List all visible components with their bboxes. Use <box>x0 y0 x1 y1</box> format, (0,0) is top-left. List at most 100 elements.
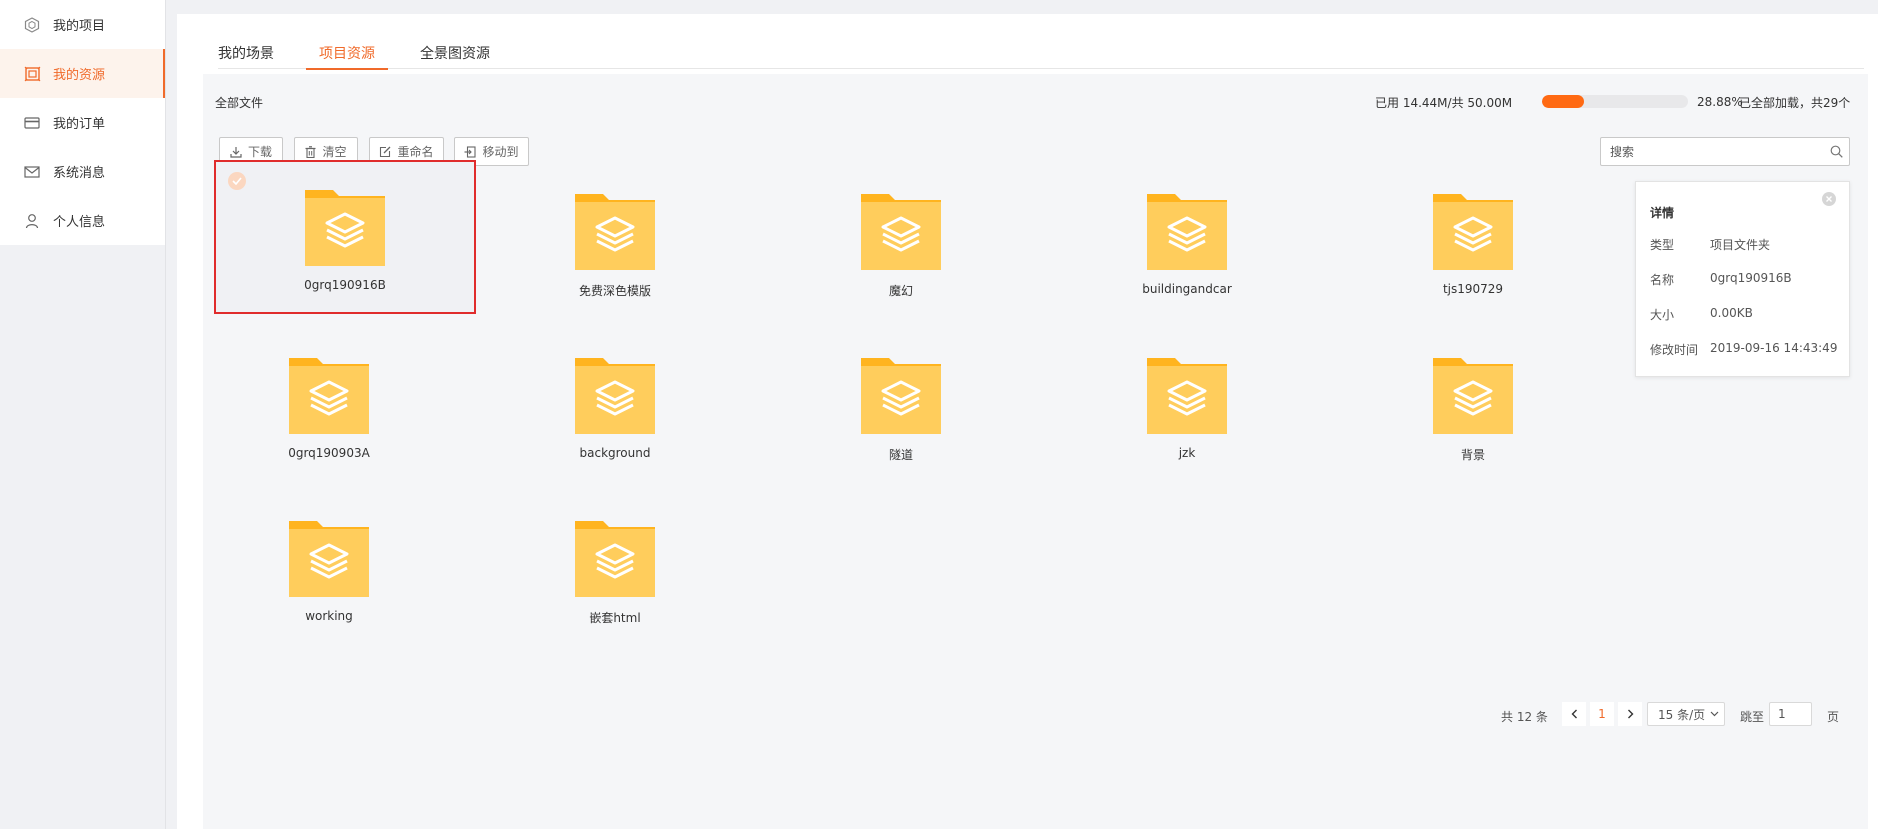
sidebar-item-label: 系统消息 <box>53 166 106 181</box>
folder-item[interactable]: 隧道 <box>791 328 1011 478</box>
folder-icon <box>1147 358 1227 438</box>
folder-icon <box>861 194 941 274</box>
trash-icon <box>305 145 316 158</box>
folder-name: buildingandcar <box>1142 282 1232 296</box>
selected-check-icon <box>228 172 246 190</box>
folder-name: 嵌套html <box>589 611 641 625</box>
tab-project-resources[interactable]: 项目资源 <box>306 26 388 70</box>
download-label: 下载 <box>247 145 272 159</box>
tab-my-scenes[interactable]: 我的场景 <box>218 26 274 69</box>
folder-icon <box>575 358 655 438</box>
folder-icon <box>1433 194 1513 274</box>
folder-name: working <box>305 609 353 623</box>
sidebar-item-my-projects[interactable]: 我的项目 <box>0 0 165 49</box>
folder-name: 魔幻 <box>888 284 913 298</box>
folder-icon <box>289 358 369 438</box>
chevron-right-icon <box>1627 709 1633 719</box>
close-icon[interactable] <box>1822 192 1836 206</box>
jump-page-input[interactable]: 1 <box>1769 702 1812 726</box>
storage-progress-fill <box>1542 95 1585 108</box>
sidebar-item-my-resources[interactable]: 我的资源 <box>0 49 165 98</box>
hexagon-icon <box>22 15 42 35</box>
move-to-label: 移动到 <box>482 145 519 159</box>
folder-name: 0grq190916B <box>304 278 386 292</box>
card-icon <box>22 113 42 133</box>
page-size-select[interactable]: 15 条/页 <box>1647 702 1725 726</box>
sidebar-menu: 我的项目 我的资源 我的订单 系统消息 个人信息 <box>0 0 165 245</box>
detail-title: 详情 <box>1650 206 1675 220</box>
clear-label: 清空 <box>322 145 347 159</box>
sidebar-item-system-messages[interactable]: 系统消息 <box>0 147 165 196</box>
detail-value-size: 0.00KB <box>1710 306 1753 320</box>
folder-name: 背景 <box>1460 448 1485 462</box>
resource-content: 全部文件 已用 14.44M/共 50.00M 28.88% 已全部加载，共29… <box>203 74 1868 829</box>
sidebar-item-label: 我的项目 <box>53 19 106 34</box>
prev-page-button[interactable] <box>1562 702 1586 726</box>
detail-label-size: 大小 <box>1650 308 1675 322</box>
detail-panel: 详情 类型 项目文件夹 名称 0grq190916B 大小 0.00KB 修改时… <box>1635 181 1850 377</box>
chevron-down-icon <box>1710 711 1719 717</box>
folder-name: jzk <box>1178 446 1196 460</box>
move-icon <box>464 145 477 158</box>
detail-value-modified: 2019-09-16 14:43:49 <box>1710 341 1838 355</box>
page-suffix: 页 <box>1827 710 1840 724</box>
folder-item[interactable]: 0grq190916B <box>214 160 476 314</box>
folder-item[interactable]: jzk <box>1077 328 1297 478</box>
folder-item[interactable]: 魔幻 <box>791 164 1011 314</box>
next-page-button[interactable] <box>1618 702 1642 726</box>
folder-item[interactable]: background <box>505 328 725 478</box>
folder-icon <box>575 194 655 274</box>
sidebar-item-label: 个人信息 <box>53 215 106 230</box>
tab-panorama-resources[interactable]: 全景图资源 <box>420 26 490 69</box>
storage-usage-text: 已用 14.44M/共 50.00M <box>1375 96 1513 110</box>
pagination-total: 共 12 条 <box>1501 710 1548 724</box>
loaded-count-text: 已全部加载，共29个 <box>1739 96 1851 110</box>
search-icon[interactable] <box>1830 145 1843 162</box>
folder-icon <box>1147 194 1227 274</box>
sidebar-item-personal-info[interactable]: 个人信息 <box>0 196 165 245</box>
storage-progress-bar <box>1542 95 1688 108</box>
sidebar-item-label: 我的资源 <box>53 68 106 83</box>
resource-icon <box>22 64 42 84</box>
all-files-label: 全部文件 <box>215 96 264 110</box>
folder-icon <box>1433 358 1513 438</box>
folder-name: 0grq190903A <box>288 446 370 460</box>
detail-label-modified: 修改时间 <box>1650 343 1699 357</box>
folder-item[interactable]: working <box>219 491 439 641</box>
folder-item[interactable]: 0grq190903A <box>219 328 439 478</box>
folder-item[interactable]: tjs190729 <box>1363 164 1583 314</box>
sidebar-item-label: 我的订单 <box>53 117 106 132</box>
tab-bar: 我的场景 项目资源 全景图资源 <box>218 26 1864 70</box>
sidebar: 我的项目 我的资源 我的订单 系统消息 个人信息 <box>0 0 166 829</box>
folder-name: background <box>579 446 651 460</box>
detail-value-type: 项目文件夹 <box>1710 238 1771 252</box>
main-panel: 我的场景 项目资源 全景图资源 全部文件 已用 14.44M/共 50.00M … <box>177 14 1878 829</box>
page-size-value: 15 条/页 <box>1658 707 1706 722</box>
folder-icon <box>289 521 369 601</box>
folder-name: tjs190729 <box>1442 282 1504 296</box>
folder-name: 免费深色模版 <box>578 284 651 298</box>
detail-label-name: 名称 <box>1650 273 1675 287</box>
folder-icon <box>575 521 655 601</box>
jump-label: 跳至 <box>1740 710 1765 724</box>
folder-icon <box>305 190 385 270</box>
chevron-left-icon <box>1571 709 1577 719</box>
search-input[interactable] <box>1601 138 1811 165</box>
folder-icon <box>861 358 941 438</box>
folder-item[interactable]: 嵌套html <box>505 491 725 641</box>
sidebar-item-my-orders[interactable]: 我的订单 <box>0 98 165 147</box>
page-number-button[interactable]: 1 <box>1590 702 1614 726</box>
storage-percent: 28.88% <box>1697 95 1743 109</box>
rename-label: 重命名 <box>397 145 434 159</box>
detail-label-type: 类型 <box>1650 238 1675 252</box>
folder-item[interactable]: 免费深色模版 <box>505 164 725 314</box>
user-icon <box>22 211 42 231</box>
detail-value-name: 0grq190916B <box>1710 271 1792 285</box>
search-box[interactable] <box>1600 137 1850 166</box>
folder-item[interactable]: buildingandcar <box>1077 164 1297 314</box>
folder-name: 隧道 <box>888 448 913 462</box>
edit-icon <box>379 146 391 158</box>
download-icon <box>230 146 242 158</box>
folder-item[interactable]: 背景 <box>1363 328 1583 478</box>
mail-icon <box>22 162 42 182</box>
